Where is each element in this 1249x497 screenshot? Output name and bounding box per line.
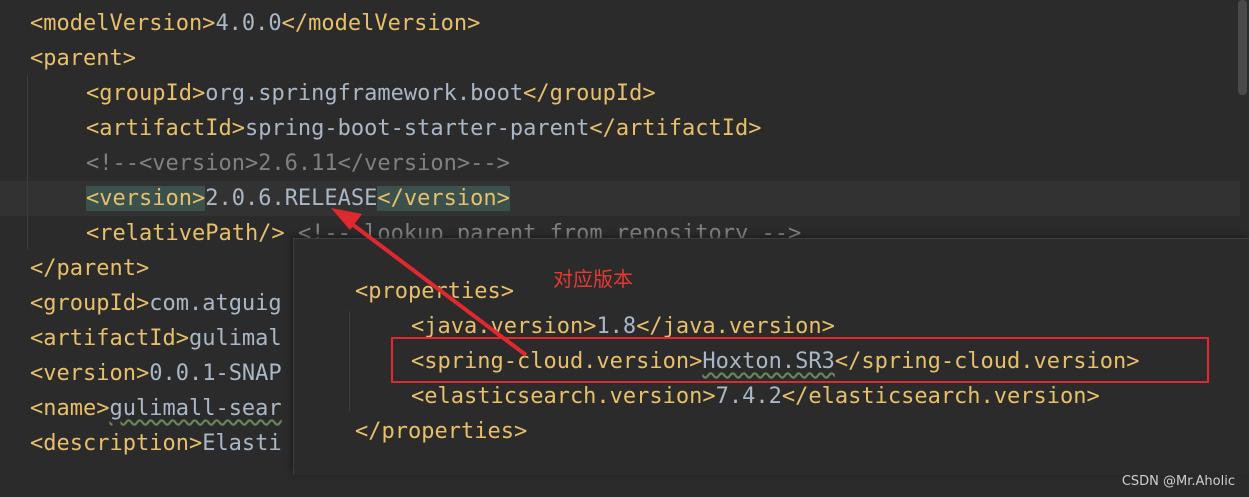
xml-close-tag: </modelVersion>: [281, 11, 481, 36]
indent-guide: [349, 311, 350, 411]
code-line-2[interactable]: <parent>: [0, 41, 136, 76]
xml-value: org.springframework.boot: [205, 81, 524, 106]
xml-close-tag: </parent>: [30, 256, 150, 281]
code-line-8[interactable]: </parent>: [0, 251, 149, 286]
code-line-6[interactable]: <version>2.0.6.RELEASE</version>: [0, 181, 510, 216]
code-line-9[interactable]: <groupId>com.atguig: [0, 286, 282, 321]
code-line-12[interactable]: <name>gulimall-sear: [0, 391, 282, 426]
highlight-box: [391, 337, 1209, 383]
xml-value: 0.0.1-SNAP: [149, 361, 282, 386]
pasted-snippet-panel: 对应版本 <properties> <java.version>1.8</jav…: [293, 238, 1249, 475]
xml-open-tag: <elasticsearch.version>: [411, 384, 716, 409]
xml-open-tag: <java.version>: [411, 314, 597, 339]
xml-value: 4.0.0: [215, 11, 282, 36]
xml-open-tag: <modelVersion>: [30, 11, 216, 36]
xml-value: gulimall-sear: [109, 396, 282, 421]
xml-value: gulimal: [188, 326, 282, 351]
xml-open-tag: <groupId>: [30, 291, 150, 316]
code-line-3[interactable]: <groupId>org.springframework.boot</group…: [0, 76, 656, 111]
xml-open-tag: <version>: [86, 186, 206, 211]
xml-comment: <!--<version>2.6.11</version>-->: [86, 151, 510, 176]
annotation-label: 对应版本: [553, 267, 633, 291]
xml-close-tag: </artifactId>: [589, 116, 762, 141]
code-line-5[interactable]: <!--<version>2.6.11</version>-->: [0, 146, 510, 181]
code-line-4[interactable]: <artifactId>spring-boot-starter-parent</…: [0, 111, 762, 146]
xml-close-tag: </elasticsearch.version>: [781, 384, 1100, 409]
xml-value: spring-boot-starter-parent: [244, 116, 590, 141]
xml-open-tag: <properties>: [355, 279, 514, 304]
xml-open-tag: <version>: [30, 361, 150, 386]
watermark: CSDN @Mr.Aholic: [1121, 474, 1235, 489]
code-line-1[interactable]: <modelVersion>4.0.0</modelVersion>: [0, 6, 480, 41]
xml-open-tag: <name>: [30, 396, 110, 421]
xml-close-tag: </properties>: [355, 419, 528, 444]
snippet-line-5[interactable]: </properties>: [355, 414, 527, 449]
xml-value: Elasti: [202, 431, 282, 456]
xml-close-tag: </version>: [377, 186, 510, 211]
xml-open-tag: <description>: [30, 431, 203, 456]
scrollbar-thumb[interactable]: [1238, 0, 1247, 95]
xml-open-tag: <artifactId>: [86, 116, 245, 141]
snippet-line-4[interactable]: <elasticsearch.version>7.4.2</elasticsea…: [411, 379, 1100, 414]
xml-value: 2.0.6.RELEASE: [205, 186, 378, 211]
code-line-11[interactable]: <version>0.0.1-SNAP: [0, 356, 282, 391]
xml-value: 7.4.2: [715, 384, 782, 409]
xml-close-tag: </java.version>: [636, 314, 835, 339]
snippet-line-1[interactable]: <properties>: [355, 274, 514, 309]
code-line-10[interactable]: <artifactId>gulimal: [0, 321, 282, 356]
xml-value: com.atguig: [149, 291, 282, 316]
xml-open-tag: <relativePath/>: [86, 221, 285, 246]
xml-open-tag: <groupId>: [86, 81, 206, 106]
code-line-13[interactable]: <description>Elasti: [0, 426, 282, 461]
xml-open-tag: <parent>: [30, 46, 136, 71]
xml-open-tag: <artifactId>: [30, 326, 189, 351]
xml-value: 1.8: [596, 314, 637, 339]
xml-close-tag: </groupId>: [523, 81, 656, 106]
